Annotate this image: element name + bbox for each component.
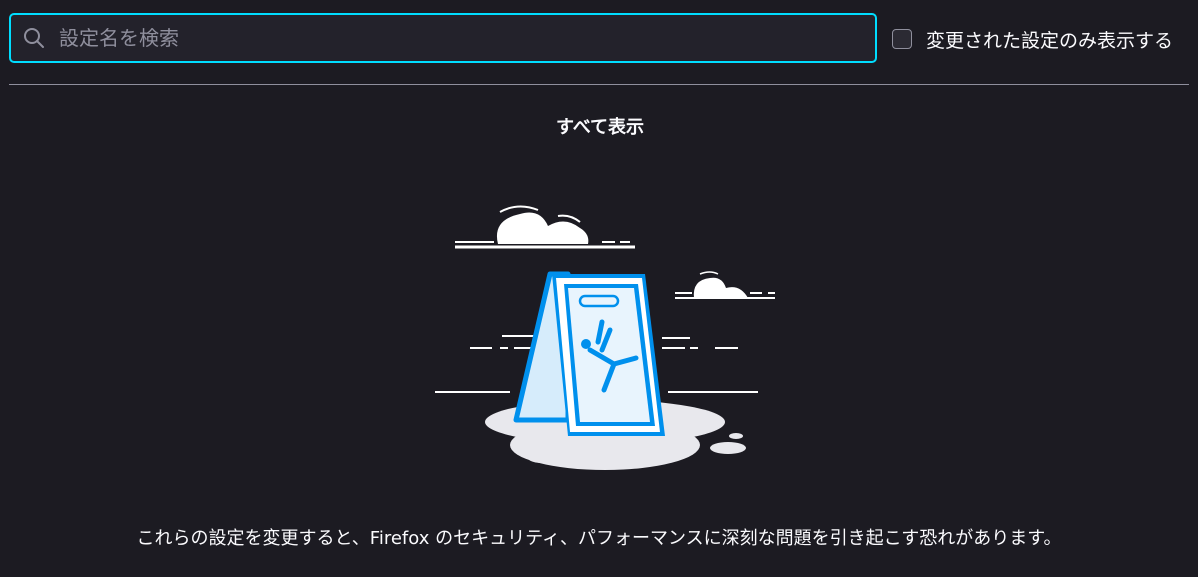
show-modified-only-toggle[interactable]: 変更された設定のみ表示する: [892, 26, 1173, 53]
wet-floor-warning-sign-illustration: [435, 205, 775, 470]
search-box[interactable]: [9, 13, 877, 63]
about-config-page: 変更された設定のみ表示する すべて表示: [0, 0, 1198, 577]
search-input[interactable]: [59, 15, 859, 61]
cloud-large-icon: [455, 205, 635, 249]
divider: [9, 84, 1189, 85]
show-modified-only-label[interactable]: 変更された設定のみ表示する: [926, 26, 1173, 53]
warning-text: これらの設定を変更すると、Firefox のセキュリティ、パフォーマンスに深刻な…: [136, 528, 1062, 549]
show-modified-only-checkbox[interactable]: [892, 29, 912, 49]
warning-sign: [513, 271, 665, 436]
search-icon: [24, 28, 44, 48]
cloud-small-icon: [675, 271, 775, 299]
show-all-button[interactable]: すべて表示: [450, 110, 750, 142]
